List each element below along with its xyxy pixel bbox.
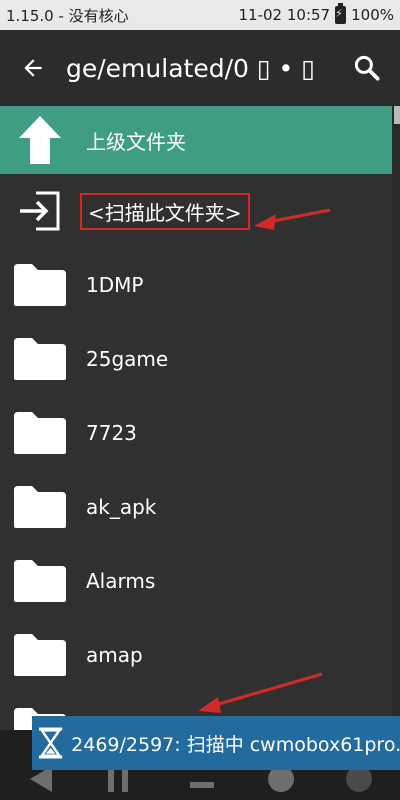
folder-name: 1DMP [86, 273, 144, 297]
status-bar: 1.15.0 - 没有核心 11-02 10:57 100% [0, 0, 400, 30]
back-button[interactable] [0, 30, 66, 106]
battery-charging-icon [335, 3, 347, 24]
folder-icon [0, 544, 80, 618]
folder-row[interactable]: 7723 [0, 396, 392, 470]
hourglass-icon [38, 727, 63, 759]
scrollbar-thumb[interactable] [394, 106, 400, 124]
search-icon [354, 55, 380, 81]
folder-name: 7723 [86, 421, 137, 445]
folder-row[interactable]: amap [0, 618, 392, 692]
status-battery-level: 100% [351, 6, 394, 24]
scan-folder-label: <扫描此文件夹> [80, 192, 250, 230]
arrow-up-icon [0, 106, 80, 177]
status-time: 11-02 10:57 [238, 6, 331, 24]
scan-folder-row[interactable]: <扫描此文件夹> [0, 174, 392, 248]
status-right: 11-02 10:57 100% [238, 3, 394, 24]
folder-icon [0, 470, 80, 544]
search-button[interactable] [334, 30, 400, 106]
folder-row[interactable]: Alarms [0, 544, 392, 618]
parent-folder-row[interactable]: 上级文件夹 [0, 106, 392, 174]
app-bar: ge/emulated/0 ▯ • ▯ [0, 30, 400, 106]
login-icon [0, 174, 80, 248]
folder-name: Alarms [86, 569, 156, 593]
folder-name: amap [86, 643, 143, 667]
folder-icon [0, 248, 80, 322]
scan-progress-text: 2469/2597: 扫描中 cwmobox61pro.z [71, 733, 400, 756]
folder-icon [0, 618, 80, 692]
folder-row[interactable]: 1DMP [0, 248, 392, 322]
folder-icon [0, 322, 80, 396]
nav-list-icon[interactable] [190, 782, 214, 788]
folder-row[interactable]: ak_apk [0, 470, 392, 544]
folder-name: 25game [86, 347, 169, 371]
path-title: ge/emulated/0 ▯ • ▯ [66, 53, 315, 83]
file-list[interactable]: 上级文件夹 <扫描此文件夹> 1DMP 25game 7723 ak_apk A… [0, 106, 392, 730]
status-app-text: 1.15.0 - 没有核心 [6, 6, 129, 25]
parent-folder-label: 上级文件夹 [86, 129, 186, 154]
arrow-left-icon [24, 59, 42, 77]
scan-progress-toast: 2469/2597: 扫描中 cwmobox61pro.z [32, 716, 400, 770]
scrollbar-track[interactable] [392, 106, 400, 730]
folder-icon [0, 396, 80, 470]
folder-row[interactable]: 25game [0, 322, 392, 396]
folder-name: ak_apk [86, 495, 157, 519]
